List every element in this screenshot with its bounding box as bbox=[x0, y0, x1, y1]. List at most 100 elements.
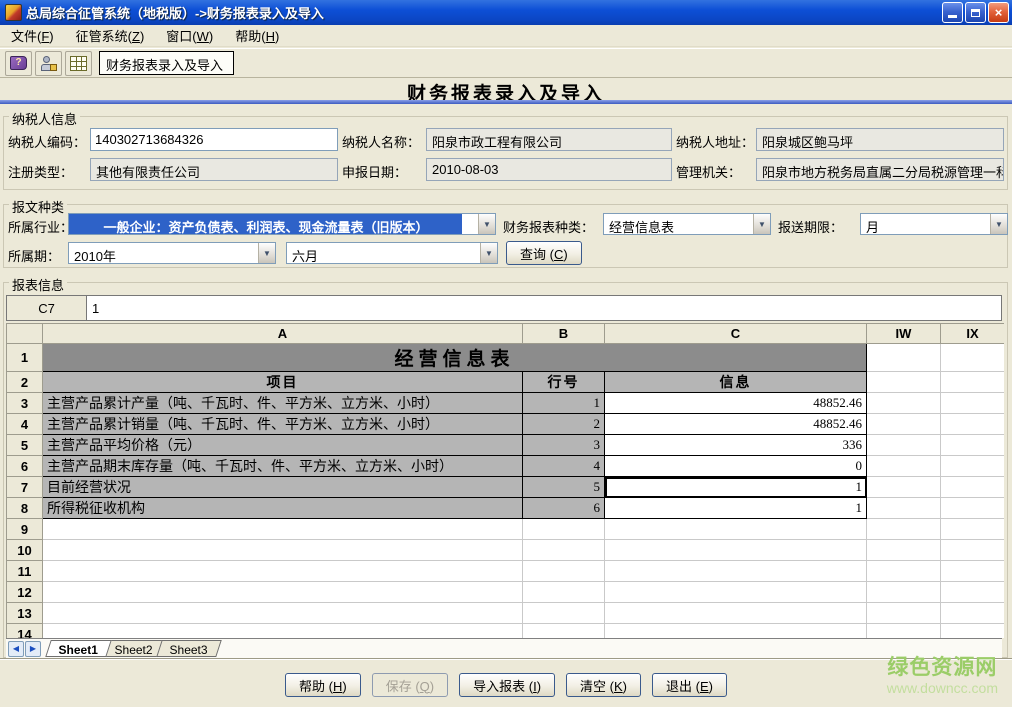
cell-C12[interactable] bbox=[605, 582, 867, 603]
industry-select[interactable]: 一般企业：资产负债表、利润表、现金流量表（旧版本） ▼ bbox=[68, 213, 496, 235]
cell-B5[interactable]: 3 bbox=[523, 435, 605, 456]
cell-B13[interactable] bbox=[523, 603, 605, 624]
row-header-2[interactable]: 2 bbox=[7, 372, 43, 393]
statement-type-select[interactable]: 经营信息表 ▼ bbox=[603, 213, 771, 235]
cell-C5[interactable]: 336 bbox=[605, 435, 867, 456]
cell-C8[interactable]: 1 bbox=[605, 498, 867, 519]
user-permission-button[interactable] bbox=[35, 51, 62, 76]
cell-A14[interactable] bbox=[43, 624, 523, 639]
cell-IW[interactable] bbox=[867, 498, 941, 519]
chevron-down-icon[interactable]: ▼ bbox=[478, 214, 495, 234]
menu-window[interactable]: 窗口(W) bbox=[158, 24, 221, 47]
cell-IW[interactable] bbox=[867, 477, 941, 498]
row-header-7[interactable]: 7 bbox=[7, 477, 43, 498]
cell-B10[interactable] bbox=[523, 540, 605, 561]
cell-header-0[interactable]: 项目 bbox=[43, 372, 523, 393]
cell-IW[interactable] bbox=[867, 435, 941, 456]
save-button[interactable]: 保存 (Q) bbox=[372, 673, 448, 697]
cell-IW14[interactable] bbox=[867, 624, 941, 639]
period-month-select[interactable]: 六月 ▼ bbox=[286, 242, 498, 264]
cell-C13[interactable] bbox=[605, 603, 867, 624]
cell-IX13[interactable] bbox=[941, 603, 1005, 624]
cell-A10[interactable] bbox=[43, 540, 523, 561]
formula-bar-input[interactable] bbox=[87, 296, 1001, 320]
cell-A4[interactable]: 主营产品累计销量（吨、千瓦时、件、平方米、立方米、小时） bbox=[43, 414, 523, 435]
cell-B8[interactable]: 6 bbox=[523, 498, 605, 519]
col-header-A[interactable]: A bbox=[43, 324, 523, 344]
cell-IX[interactable] bbox=[941, 372, 1005, 393]
cell-A11[interactable] bbox=[43, 561, 523, 582]
cell-IW13[interactable] bbox=[867, 603, 941, 624]
clear-button[interactable]: 清空 (K) bbox=[566, 673, 641, 697]
cell-A8[interactable]: 所得税征收机构 bbox=[43, 498, 523, 519]
cell-table-title[interactable]: 经营信息表 bbox=[43, 344, 867, 372]
col-header-IX[interactable]: IX bbox=[941, 324, 1005, 344]
col-header-C[interactable]: C bbox=[605, 324, 867, 344]
cell-IX10[interactable] bbox=[941, 540, 1005, 561]
menu-collection-system[interactable]: 征管系统(Z) bbox=[68, 24, 153, 47]
cell-C9[interactable] bbox=[605, 519, 867, 540]
cell-C7[interactable]: 1 bbox=[605, 477, 867, 498]
row-header-8[interactable]: 8 bbox=[7, 498, 43, 519]
cell-B12[interactable] bbox=[523, 582, 605, 603]
row-header-4[interactable]: 4 bbox=[7, 414, 43, 435]
report-grid-button[interactable] bbox=[65, 51, 92, 76]
row-header-1[interactable]: 1 bbox=[7, 344, 43, 372]
col-header-B[interactable]: B bbox=[523, 324, 605, 344]
col-header-IW[interactable]: IW bbox=[867, 324, 941, 344]
cell-IW[interactable] bbox=[867, 372, 941, 393]
chevron-down-icon[interactable]: ▼ bbox=[258, 243, 275, 263]
cell-C11[interactable] bbox=[605, 561, 867, 582]
cell-IX14[interactable] bbox=[941, 624, 1005, 639]
cell-C10[interactable] bbox=[605, 540, 867, 561]
sheet-tab-sheet1[interactable]: Sheet1 bbox=[45, 640, 112, 657]
chevron-down-icon[interactable]: ▼ bbox=[753, 214, 770, 234]
cell-B14[interactable] bbox=[523, 624, 605, 639]
cell-IW11[interactable] bbox=[867, 561, 941, 582]
cell-IX[interactable] bbox=[941, 456, 1005, 477]
help-button[interactable]: 帮助 (H) bbox=[285, 673, 361, 697]
chevron-down-icon[interactable]: ▼ bbox=[990, 214, 1007, 234]
cell-C6[interactable]: 0 bbox=[605, 456, 867, 477]
cell-IX[interactable] bbox=[941, 498, 1005, 519]
row-header-14[interactable]: 14 bbox=[7, 624, 43, 639]
cell-IX9[interactable] bbox=[941, 519, 1005, 540]
cell-B6[interactable]: 4 bbox=[523, 456, 605, 477]
cell-IX[interactable] bbox=[941, 435, 1005, 456]
cell-B3[interactable]: 1 bbox=[523, 393, 605, 414]
menu-help[interactable]: 帮助(H) bbox=[227, 24, 287, 47]
cell-A6[interactable]: 主营产品期末库存量（吨、千瓦时、件、平方米、立方米、小时） bbox=[43, 456, 523, 477]
help-book-button[interactable]: ? bbox=[5, 51, 32, 76]
grid-corner[interactable] bbox=[7, 324, 43, 344]
sheet-next-icon[interactable]: ▶ bbox=[25, 641, 41, 657]
cell-A9[interactable] bbox=[43, 519, 523, 540]
cell-header-1[interactable]: 行号 bbox=[523, 372, 605, 393]
cell-IW9[interactable] bbox=[867, 519, 941, 540]
cell-IX[interactable] bbox=[941, 414, 1005, 435]
import-report-button[interactable]: 导入报表 (I) bbox=[459, 673, 555, 697]
cell-A5[interactable]: 主营产品平均价格（元） bbox=[43, 435, 523, 456]
restore-icon[interactable] bbox=[965, 2, 986, 23]
cell-IX12[interactable] bbox=[941, 582, 1005, 603]
cell-B7[interactable]: 5 bbox=[523, 477, 605, 498]
cell-name-box[interactable]: C7 bbox=[7, 296, 87, 320]
row-header-13[interactable]: 13 bbox=[7, 603, 43, 624]
period-limit-select[interactable]: 月 ▼ bbox=[860, 213, 1008, 235]
exit-button[interactable]: 退出 (E) bbox=[652, 673, 727, 697]
row-header-5[interactable]: 5 bbox=[7, 435, 43, 456]
cell-C4[interactable]: 48852.46 bbox=[605, 414, 867, 435]
row-header-6[interactable]: 6 bbox=[7, 456, 43, 477]
cell-IX[interactable] bbox=[941, 477, 1005, 498]
cell-IW10[interactable] bbox=[867, 540, 941, 561]
cell-header-2[interactable]: 信息 bbox=[605, 372, 867, 393]
row-header-9[interactable]: 9 bbox=[7, 519, 43, 540]
close-icon[interactable]: × bbox=[988, 2, 1009, 23]
query-button[interactable]: 查询 (C) bbox=[506, 241, 582, 265]
cell-IW[interactable] bbox=[867, 344, 941, 372]
cell-IW12[interactable] bbox=[867, 582, 941, 603]
cell-A3[interactable]: 主营产品累计产量（吨、千瓦时、件、平方米、立方米、小时） bbox=[43, 393, 523, 414]
cell-C3[interactable]: 48852.46 bbox=[605, 393, 867, 414]
sheet-prev-icon[interactable]: ◀ bbox=[8, 641, 24, 657]
cell-B11[interactable] bbox=[523, 561, 605, 582]
row-header-10[interactable]: 10 bbox=[7, 540, 43, 561]
